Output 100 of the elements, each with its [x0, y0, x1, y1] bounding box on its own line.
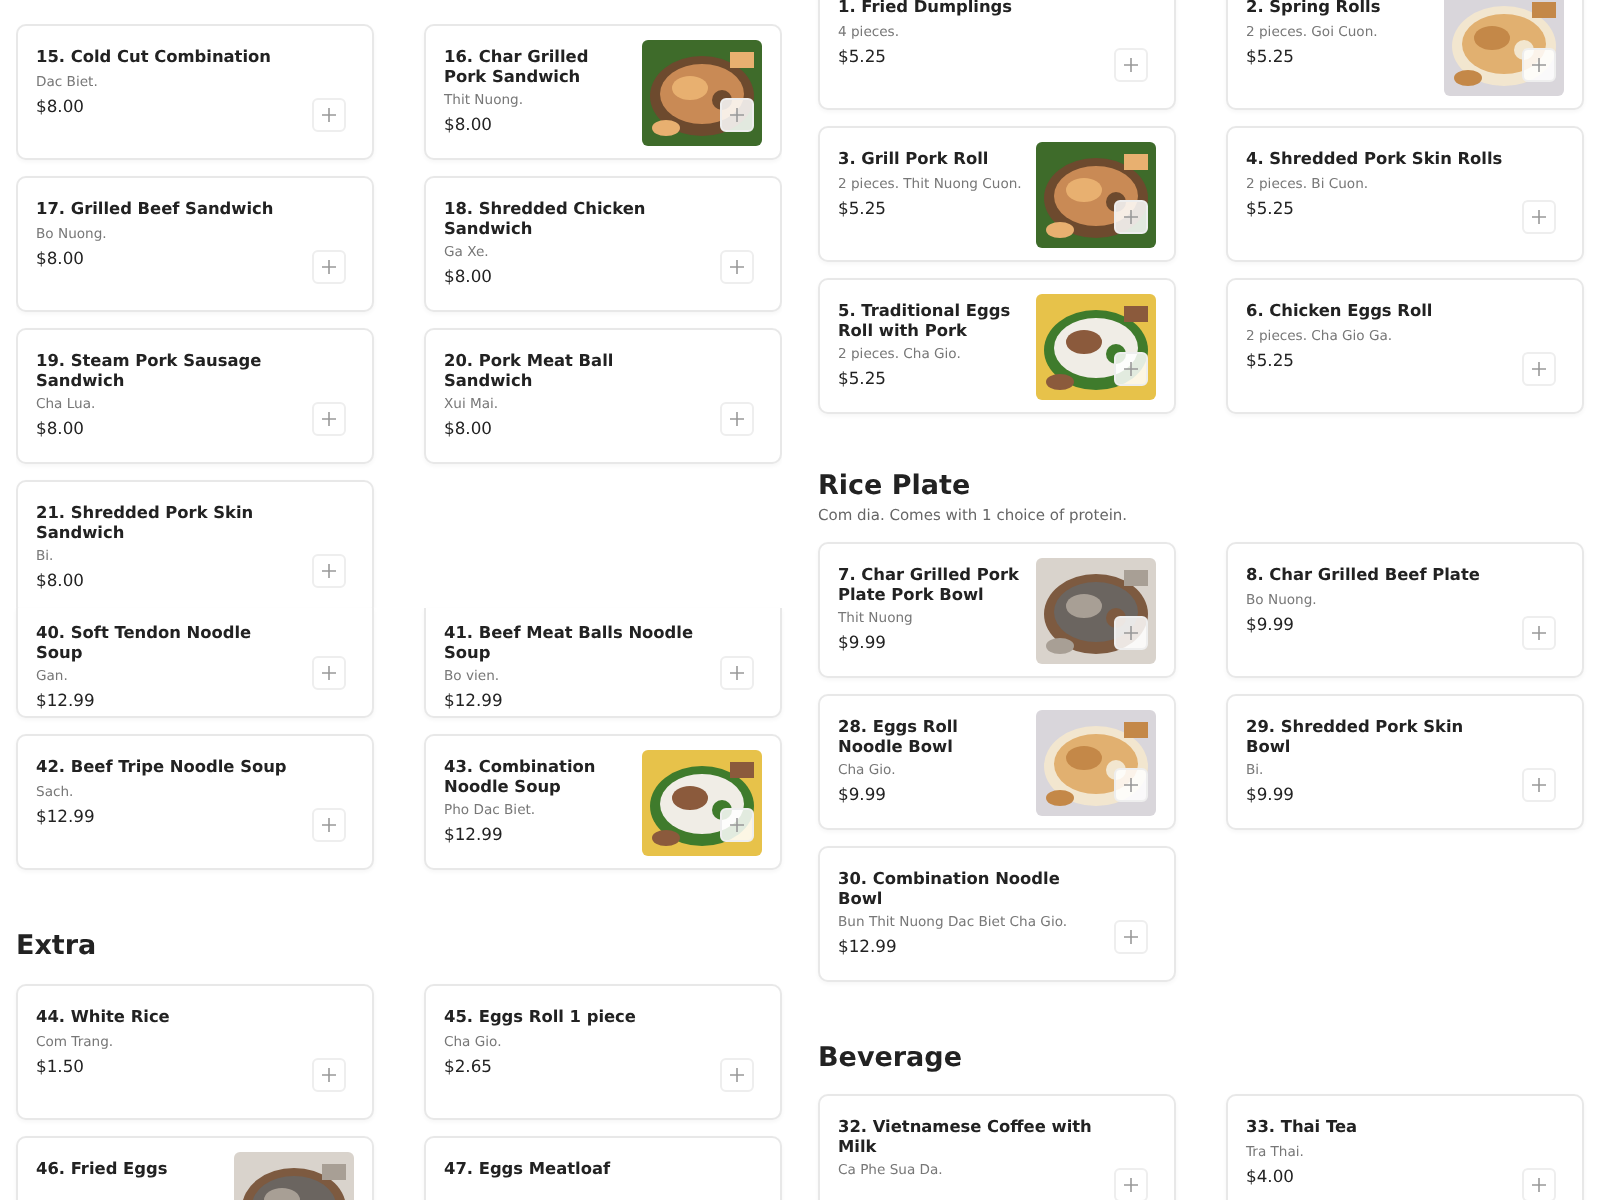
item-price: $5.25: [1246, 197, 1296, 217]
add-button[interactable]: [1522, 352, 1556, 386]
add-button[interactable]: [1522, 48, 1556, 82]
item-price: $9.99: [838, 632, 888, 652]
add-button[interactable]: [720, 98, 754, 132]
add-button[interactable]: [1522, 616, 1556, 650]
add-button[interactable]: [1114, 920, 1148, 954]
item-price: $9.99: [838, 784, 888, 804]
item-title: 46. Fried Eggs: [36, 1160, 170, 1179]
plus-icon: [1532, 778, 1546, 792]
add-button[interactable]: [1522, 1168, 1556, 1200]
item-title: 4. Shredded Pork Skin Rolls: [1246, 150, 1505, 169]
add-button[interactable]: [720, 808, 754, 842]
item-price: $5.25: [838, 197, 888, 217]
add-button[interactable]: [312, 554, 346, 588]
plus-icon: [322, 260, 336, 274]
plus-icon: [322, 1068, 336, 1082]
add-button[interactable]: [312, 402, 346, 436]
item-price: $12.99: [444, 824, 505, 844]
item-title: 16. Char Grilled Pork Sandwich: [444, 48, 591, 86]
item-price: $8.00: [444, 418, 494, 438]
add-button[interactable]: [720, 402, 754, 436]
item-title: 29. Shredded Pork Skin Bowl: [1246, 718, 1466, 756]
add-button[interactable]: [1114, 616, 1148, 650]
plus-icon: [1124, 1178, 1138, 1192]
item-title: 41. Beef Meat Balls Noodle Soup: [444, 624, 696, 662]
plus-icon: [730, 412, 744, 426]
item-price: $8.00: [36, 418, 86, 438]
plus-icon: [1124, 362, 1138, 376]
add-button[interactable]: [1114, 1168, 1148, 1200]
add-button[interactable]: [312, 98, 346, 132]
item-title: 20. Pork Meat Ball Sandwich: [444, 352, 616, 390]
item-price: $12.99: [838, 936, 899, 956]
plus-icon: [1124, 58, 1138, 72]
item-price: $5.25: [838, 45, 888, 65]
plus-icon: [322, 412, 336, 426]
plus-icon: [730, 818, 744, 832]
plus-icon: [1532, 58, 1546, 72]
item-title: 30. Combination Noodle Bowl: [838, 870, 1062, 908]
plus-icon: [730, 260, 744, 274]
add-button[interactable]: [1114, 352, 1148, 386]
add-button[interactable]: [312, 808, 346, 842]
add-button[interactable]: [1114, 48, 1148, 82]
item-title: 43. Combination Noodle Soup: [444, 758, 598, 796]
plus-icon: [730, 666, 744, 680]
item-title: 17. Grilled Beef Sandwich: [36, 200, 276, 219]
item-price: $12.99: [444, 690, 505, 710]
item-title: 33. Thai Tea: [1246, 1118, 1360, 1137]
item-title: 6. Chicken Eggs Roll: [1246, 302, 1435, 321]
item-title: 28. Eggs Roll Noodle Bowl: [838, 718, 960, 756]
add-button[interactable]: [312, 250, 346, 284]
item-price: $9.99: [1246, 613, 1296, 633]
plus-icon: [1124, 778, 1138, 792]
add-button[interactable]: [720, 656, 754, 690]
item-title: 47. Eggs Meatloaf: [444, 1160, 613, 1179]
item-title: 7. Char Grilled Pork Plate Pork Bowl: [838, 566, 1021, 604]
plus-icon: [1124, 210, 1138, 224]
plus-icon: [322, 108, 336, 122]
section-heading: Rice Plate: [818, 470, 973, 502]
section-heading: Beverage: [818, 1042, 964, 1074]
section-heading: Extra: [16, 930, 99, 962]
item-price: $8.00: [36, 247, 86, 267]
plus-icon: [1532, 362, 1546, 376]
plus-icon: [1124, 626, 1138, 640]
item-title: 18. Shredded Chicken Sandwich: [444, 200, 648, 238]
plus-icon: [730, 108, 744, 122]
plus-icon: [730, 1068, 744, 1082]
item-price: $8.00: [444, 266, 494, 286]
item-title: 32. Vietnamese Coffee with Milk: [838, 1118, 1094, 1156]
add-button[interactable]: [312, 656, 346, 690]
plus-icon: [1532, 210, 1546, 224]
item-title: 45. Eggs Roll 1 piece: [444, 1008, 638, 1027]
add-button[interactable]: [1522, 768, 1556, 802]
item-title: 5. Traditional Eggs Roll with Pork: [838, 302, 1013, 340]
add-button[interactable]: [720, 250, 754, 284]
add-button[interactable]: [1114, 200, 1148, 234]
item-title: 15. Cold Cut Combination: [36, 48, 273, 67]
plus-icon: [322, 564, 336, 578]
item-title: 40. Soft Tendon Noodle Soup: [36, 624, 254, 662]
item-price: $12.99: [36, 805, 97, 825]
add-button[interactable]: [1522, 200, 1556, 234]
item-price: $4.00: [1246, 1165, 1296, 1185]
item-price: $1.50: [36, 1055, 86, 1075]
item-price: $8.00: [36, 570, 86, 590]
add-button[interactable]: [1114, 768, 1148, 802]
item-price: $9.99: [1246, 784, 1296, 804]
item-title: 19. Steam Pork Sausage Sandwich: [36, 352, 264, 390]
plus-icon: [322, 818, 336, 832]
plus-icon: [322, 666, 336, 680]
plus-icon: [1532, 1178, 1546, 1192]
item-price: $2.65: [444, 1055, 494, 1075]
plus-icon: [1124, 930, 1138, 944]
item-price: $5.25: [838, 368, 888, 388]
add-button[interactable]: [312, 1058, 346, 1092]
item-price: $5.25: [1246, 349, 1296, 369]
item-title: 42. Beef Tripe Noodle Soup: [36, 758, 289, 777]
add-button[interactable]: [720, 1058, 754, 1092]
item-title: 21. Shredded Pork Skin Sandwich: [36, 504, 256, 542]
item-price: $12.99: [36, 690, 97, 710]
item-title: 1. Fried Dumplings: [838, 0, 1015, 17]
